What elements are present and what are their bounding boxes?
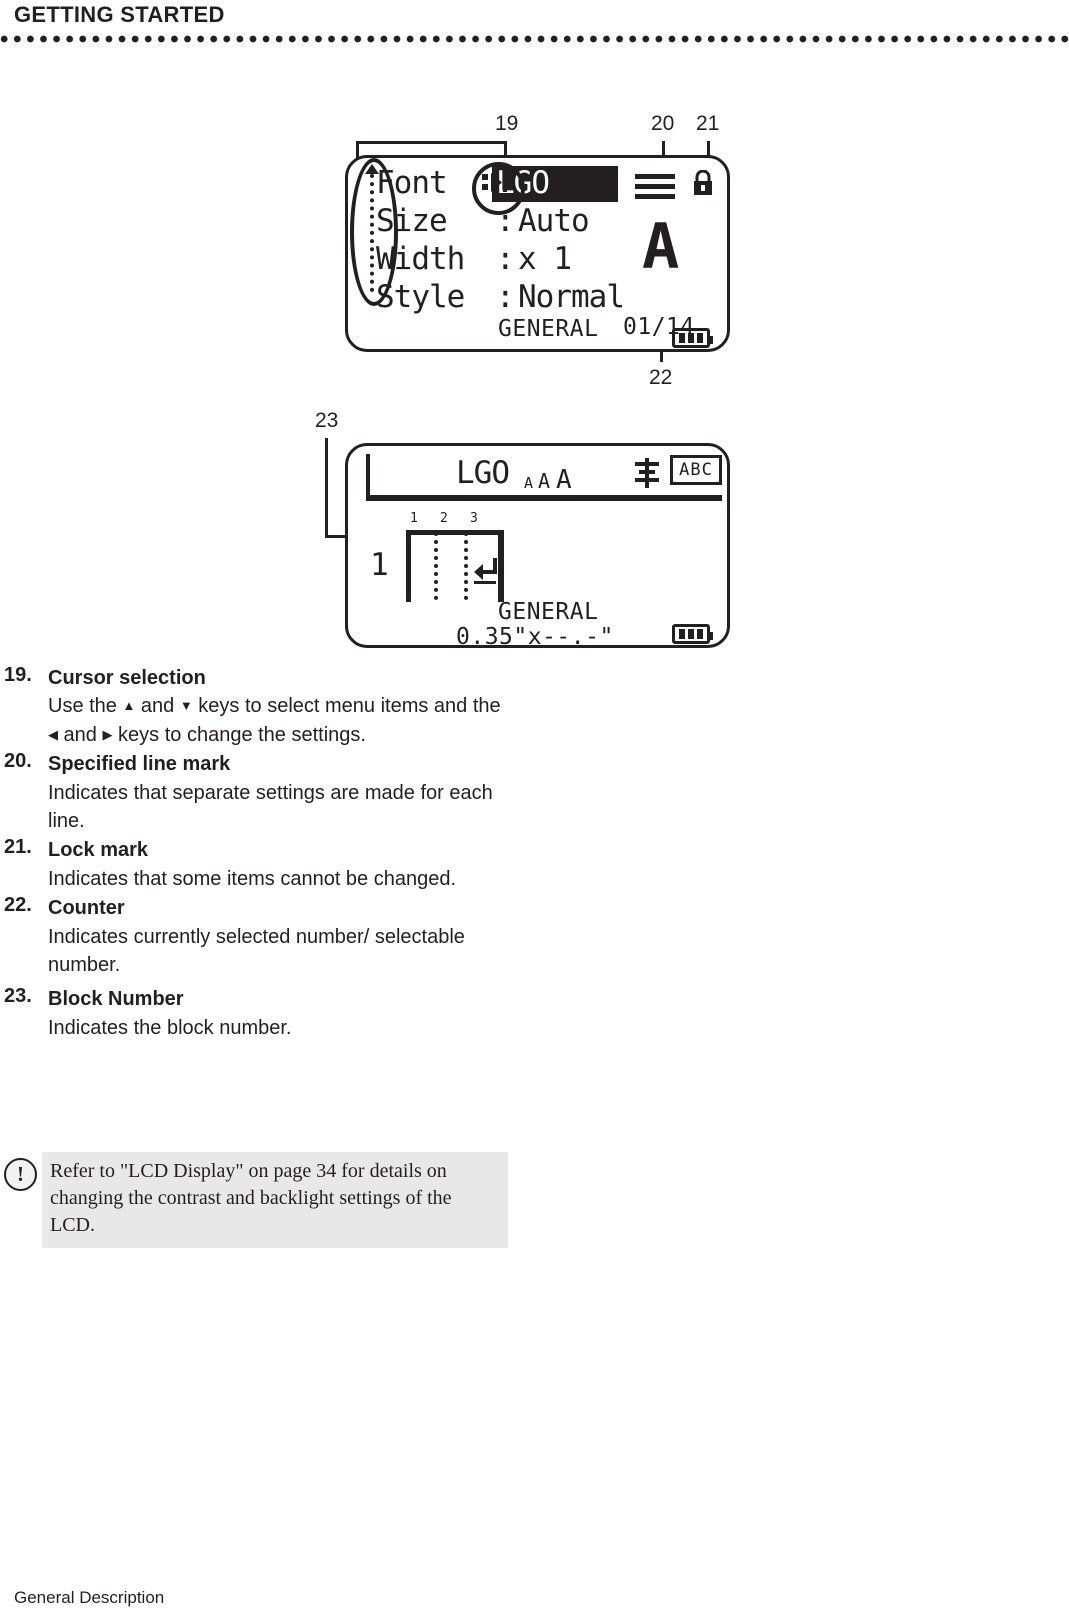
block-divider-2 <box>464 532 468 600</box>
left-arrow-key-icon: ◀ <box>48 726 58 742</box>
description-list: 19. Cursor selection Use the ▲ and ▼ key… <box>0 664 540 1043</box>
block-number-3: 3 <box>470 511 479 526</box>
return-arrow-icon <box>473 556 499 586</box>
tape-size-text: 0.35"x--.-" <box>456 624 614 650</box>
exclamation-icon: ! <box>4 1158 37 1191</box>
list-item: 19. Cursor selection Use the ▲ and ▼ key… <box>0 664 540 749</box>
list-item-number: 22. <box>4 894 32 917</box>
page-title: GETTING STARTED <box>14 2 225 27</box>
list-item-title: Lock mark <box>48 839 149 862</box>
right-arrow-key-icon: ▶ <box>102 726 113 742</box>
align-center-icon <box>632 458 662 488</box>
battery-icon <box>672 328 713 348</box>
list-item-body: Use the ▲ and ▼ keys to select menu item… <box>48 692 508 749</box>
list-item-body: Indicates that some items cannot be chan… <box>48 867 457 890</box>
return-arrow-icon-svg <box>474 558 497 584</box>
annotation-circle-cursor-icon <box>472 162 525 215</box>
lcd-menu-screen: Font Size Width Style : : : LGO Auto x 1… <box>345 155 730 352</box>
menu-row-separator-style: : <box>496 279 515 315</box>
tape-label-text: GENERAL <box>498 316 599 342</box>
list-item-body: Indicates that separate settings are mad… <box>48 781 493 832</box>
block-divider-1 <box>434 532 438 600</box>
specified-line-bar <box>635 184 675 189</box>
block-number-1: 1 <box>410 511 419 526</box>
status-bar-left-tick <box>366 454 370 496</box>
body-text-part: and <box>135 695 180 718</box>
callout-leader-19-horizontal <box>356 141 507 144</box>
battery-cell <box>688 333 694 343</box>
menu-row-value-size[interactable]: Auto <box>518 206 590 237</box>
battery-cell <box>679 333 685 343</box>
list-item-title: Cursor selection <box>48 667 206 689</box>
body-text-part: and <box>58 723 103 746</box>
font-preview-glyph: A <box>642 210 680 283</box>
svg-text:A: A <box>538 469 550 490</box>
note-text: Refer to "LCD Display" on page 34 for de… <box>50 1160 452 1237</box>
specified-line-icon <box>635 174 675 204</box>
align-center-icon-svg <box>635 458 659 488</box>
size-marks-icon: A A A <box>524 458 582 495</box>
battery-cell <box>697 333 703 343</box>
frame-abc-icon: ABC <box>670 455 722 485</box>
callout-label-20: 20 <box>651 112 675 135</box>
menu-row-value-style[interactable]: Normal <box>518 282 625 313</box>
callout-label-23: 23 <box>315 409 339 432</box>
menu-row-separator-width: : <box>496 241 515 277</box>
status-bar-rule <box>366 495 722 501</box>
lcd-figure-area: 19 20 21 22 23 Font Size Width Style : :… <box>0 95 1069 670</box>
lock-icon <box>692 169 714 196</box>
list-item-number: 23. <box>4 985 32 1008</box>
list-item: 23. Block Number Indicates the block num… <box>0 985 540 1042</box>
note-box: Refer to "LCD Display" on page 34 for de… <box>42 1152 508 1248</box>
list-item: 21. Lock mark Indicates that some items … <box>0 836 540 893</box>
list-item: 20. Specified line mark Indicates that s… <box>0 750 540 835</box>
specified-line-bar <box>635 174 675 179</box>
list-item-number: 19. <box>4 664 32 686</box>
lock-icon-svg <box>694 169 712 195</box>
battery-cell <box>697 629 703 639</box>
battery-icon <box>672 624 713 644</box>
page-footer: General Description <box>14 1588 165 1607</box>
list-item: 22. Counter Indicates currently selected… <box>0 894 540 979</box>
list-item-body: Indicates currently selected number/ sel… <box>48 925 465 976</box>
callout-leader-23-vertical <box>325 438 328 538</box>
list-item-number: 20. <box>4 750 32 773</box>
tape-label-text: GENERAL <box>498 599 599 625</box>
battery-cell <box>679 629 685 639</box>
block-number-2: 2 <box>440 511 449 526</box>
callout-label-21: 21 <box>696 112 720 135</box>
line-number-indicator: 1 <box>370 547 389 583</box>
body-text-part: keys to select menu items and the <box>192 695 501 718</box>
battery-cell <box>688 629 694 639</box>
specified-line-bar <box>635 194 675 199</box>
lcd-text-screen: LGO A A A ABC 1 2 3 1 GENERAL 0.35"x--.-… <box>345 443 730 650</box>
annotation-ellipse-cursor-scroll <box>350 158 398 306</box>
menu-row-value-width[interactable]: x 1 <box>518 244 572 275</box>
page-header: GETTING STARTED <box>0 0 1069 60</box>
callout-label-22: 22 <box>649 366 673 389</box>
callout-label-19: 19 <box>495 112 519 135</box>
size-marks-icon-svg: A A A <box>524 465 572 495</box>
header-dotted-rule <box>0 34 1069 48</box>
list-item-body: Indicates the block number. <box>48 1016 292 1039</box>
list-item-title: Counter <box>48 897 125 920</box>
list-item-title: Block Number <box>48 988 184 1011</box>
list-item-number: 21. <box>4 836 32 859</box>
status-font-name: LGO <box>456 455 510 491</box>
list-item-title: Specified line mark <box>48 753 231 776</box>
svg-text:A: A <box>524 474 533 490</box>
svg-text:A: A <box>556 465 572 490</box>
down-arrow-key-icon: ▼ <box>179 698 193 714</box>
body-text-part: keys to change the settings. <box>112 723 366 746</box>
body-text-part: Use the <box>48 695 123 718</box>
up-arrow-key-icon: ▲ <box>122 698 136 714</box>
